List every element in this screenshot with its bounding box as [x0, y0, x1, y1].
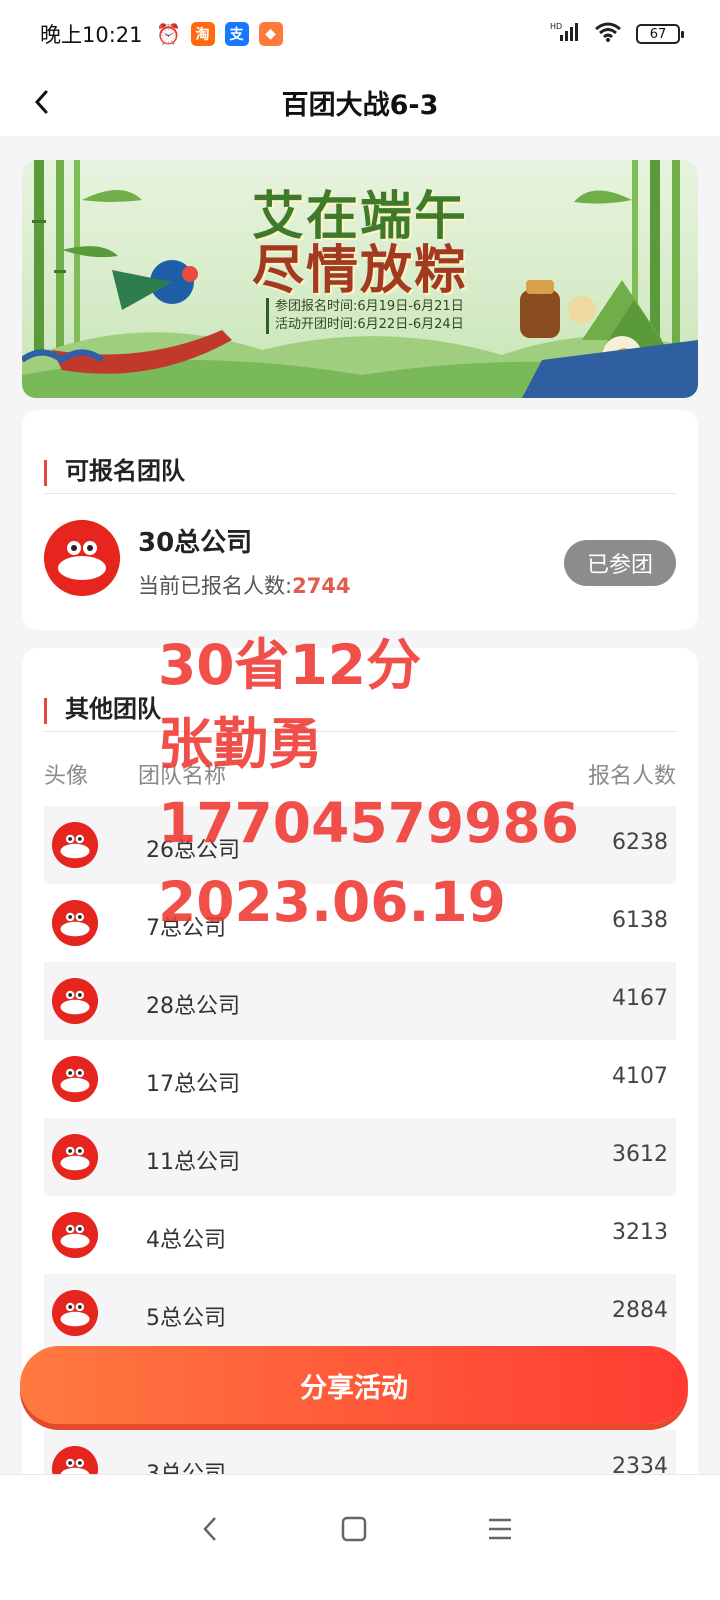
team-count: 3612: [612, 1142, 668, 1167]
team-row[interactable]: 5总公司 2884: [44, 1274, 676, 1352]
mascot-icon: [52, 1056, 98, 1102]
team-name: 17总公司: [146, 1072, 240, 1097]
joined-count-value: 2744: [292, 574, 351, 598]
team-count: 3213: [612, 1220, 668, 1245]
alarm-icon: ⏰: [156, 22, 181, 46]
share-activity-button[interactable]: 分享活动: [20, 1346, 688, 1424]
column-header-avatar: 头像: [44, 764, 89, 789]
mascot-icon: [52, 1134, 98, 1180]
team-avatar: [52, 1212, 98, 1258]
mascot-icon: [52, 978, 98, 1024]
battery-icon: 67: [636, 24, 684, 44]
mascot-icon: [52, 1212, 98, 1258]
team-row[interactable]: 26总公司 6238: [44, 806, 676, 884]
status-right: HD 67: [550, 21, 684, 48]
status-bar: 晚上10:21 ⏰ 淘 支 ◆ HD 67: [0, 0, 720, 68]
banner-date-signup: 参团报名时间:6月19日-6月21日: [275, 299, 464, 314]
nav-menu-icon: [489, 1518, 511, 1540]
mascot-icon: [52, 1290, 98, 1336]
available-team-card: 可报名团队 30总公司 当前已报名人数:2744 已参团: [22, 410, 698, 630]
team-row[interactable]: 7总公司 6138: [44, 884, 676, 962]
team-row[interactable]: 4总公司 3213: [44, 1196, 676, 1274]
nav-bar: 百团大战6-3: [0, 68, 720, 136]
nav-menu-button[interactable]: [476, 1505, 524, 1553]
team-avatar: [52, 900, 98, 946]
team-row[interactable]: 11总公司 3612: [44, 1118, 676, 1196]
available-section-title: 可报名团队: [65, 457, 185, 485]
team-name: 26总公司: [146, 838, 240, 863]
team-count: 4167: [612, 986, 668, 1011]
others-section-header: 其他团队: [44, 678, 676, 732]
team-count: 4107: [612, 1064, 668, 1089]
column-header-name: 团队名称: [138, 764, 227, 789]
event-banner[interactable]: 艾在端午 尽情放粽 参团报名时间:6月19日-6月21日 活动开团时间:6月22…: [22, 160, 698, 398]
team-avatar: [44, 520, 120, 596]
signal-icon: HD: [550, 21, 580, 48]
team-avatar: [52, 978, 98, 1024]
nav-back-icon: [203, 1517, 216, 1541]
back-button[interactable]: [18, 78, 66, 126]
team-count: 2884: [612, 1298, 668, 1323]
banner-title-line2: 尽情放粽: [252, 240, 469, 301]
mascot-icon: [52, 822, 98, 868]
joined-team-name: 30总公司: [138, 528, 253, 558]
others-section-title: 其他团队: [65, 695, 161, 723]
alipay-app-icon: 支: [224, 22, 249, 46]
team-name: 5总公司: [146, 1306, 226, 1331]
mascot-icon: [52, 900, 98, 946]
joined-count-row: 当前已报名人数:2744: [138, 570, 351, 600]
team-count: 6238: [612, 830, 668, 855]
joined-team-row: 30总公司 当前已报名人数:2744 已参团: [44, 520, 676, 600]
mascot-icon: [44, 520, 120, 596]
status-time: 晚上10:21: [40, 23, 143, 47]
nav-home-icon: [341, 1516, 367, 1542]
column-header-count: 报名人数: [587, 764, 676, 789]
joined-count-label: 当前已报名人数:: [138, 574, 293, 598]
wifi-icon: [594, 21, 622, 48]
status-left: 晚上10:21 ⏰ 淘 支 ◆: [40, 19, 283, 49]
team-row[interactable]: 28总公司 4167: [44, 962, 676, 1040]
team-name: 28总公司: [146, 994, 240, 1019]
nav-back-button[interactable]: [186, 1505, 234, 1553]
joined-button[interactable]: 已参团: [564, 540, 676, 586]
team-avatar: [52, 1134, 98, 1180]
team-table-header: 头像 团队名称 报名人数: [44, 752, 676, 796]
page-title: 百团大战6-3: [281, 89, 439, 121]
team-name: 11总公司: [146, 1150, 240, 1175]
team-count: 6138: [612, 908, 668, 933]
team-name: 7总公司: [146, 916, 226, 941]
taobao-app-icon: 淘: [190, 22, 215, 46]
team-avatar: [52, 1290, 98, 1336]
section-accent-bar: [44, 697, 47, 724]
chevron-left-icon: [34, 90, 48, 114]
team-avatar: [52, 1056, 98, 1102]
system-nav-bar: [0, 1474, 720, 1600]
banner-dates: 参团报名时间:6月19日-6月21日 活动开团时间:6月22日-6月24日: [266, 298, 464, 334]
shop-app-icon: ◆: [258, 22, 283, 46]
team-avatar: [52, 822, 98, 868]
team-name: 4总公司: [146, 1228, 226, 1253]
section-accent-bar: [44, 459, 47, 486]
hd-label: HD: [550, 22, 562, 31]
available-section-header: 可报名团队: [44, 440, 676, 494]
team-row[interactable]: 17总公司 4107: [44, 1040, 676, 1118]
banner-date-start: 活动开团时间:6月22日-6月24日: [275, 317, 464, 332]
nav-home-button[interactable]: [330, 1505, 378, 1553]
